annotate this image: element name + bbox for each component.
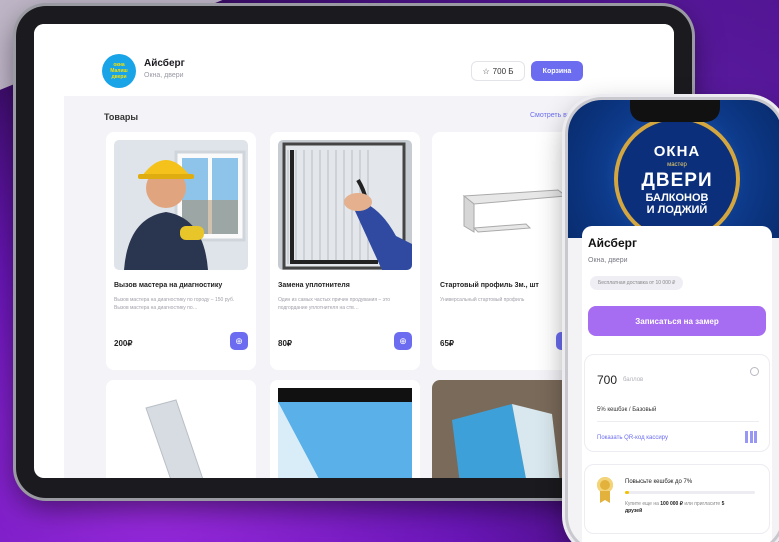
product-description: Универсальный стартовый профиль <box>440 297 525 303</box>
medal-icon <box>595 477 615 503</box>
divider <box>597 421 759 422</box>
banner-word: ДВЕРИ <box>641 169 713 191</box>
banner-word: БАЛКОНОВ <box>645 191 709 204</box>
add-to-cart-button[interactable]: ⊕ <box>230 332 248 350</box>
product-price: 200₽ <box>114 339 133 348</box>
points-unit: баллов <box>623 377 644 383</box>
points-value: 700 <box>597 373 618 387</box>
cashback-upgrade-card: Повысьте кешбэк до 7% Купите еще на 100 … <box>584 464 770 534</box>
points-button[interactable]: ☆ 700 Б <box>471 61 525 81</box>
product-title[interactable]: Стартовый профиль 3м., шт <box>440 282 574 289</box>
phone-shop-name: Айсберг <box>588 236 637 250</box>
product-price: 80₽ <box>278 339 292 348</box>
product-card[interactable]: Вызов мастера на диагностику Вызов масте… <box>106 132 256 370</box>
phone-device: ОКНА мастер ДВЕРИ БАЛКОНОВ И ЛОДЖИЙ Айсб… <box>568 100 779 542</box>
product-image-handyman[interactable] <box>114 140 248 270</box>
product-title[interactable]: Вызов мастера на диагностику <box>114 282 248 289</box>
banner-word: И ЛОДЖИЙ <box>646 203 708 216</box>
product-description: Вызов мастера на диагностику по городу –… <box>114 297 235 311</box>
add-to-cart-button[interactable]: ⊕ <box>394 332 412 350</box>
star-icon: ☆ <box>482 66 490 76</box>
section-title: Товары <box>104 112 139 122</box>
shop-sheet: Айсберг Окна, двери Бесплатная доставка … <box>582 226 772 542</box>
points-label: 700 Б <box>492 66 514 76</box>
product-image-seal[interactable] <box>278 140 412 270</box>
cart-icon: ⊕ <box>235 335 243 346</box>
upgrade-hint: Купите еще на 100 000 ₽ или пригласите 5… <box>625 501 725 514</box>
loyalty-card: 700 баллов 5% кешбэк / Базовый Показать … <box>584 354 770 452</box>
delivery-chip: Бесплатная доставка от 10 000 ₽ <box>590 276 684 290</box>
cart-icon: ⊕ <box>399 335 407 346</box>
product-card-partial[interactable] <box>270 380 420 478</box>
history-icon[interactable] <box>750 367 759 376</box>
product-card-partial[interactable] <box>432 380 582 478</box>
show-qr-link[interactable]: Показать QR-код кассиру <box>597 435 668 441</box>
qr-code-icon[interactable] <box>745 431 757 443</box>
phone-shop-subtitle: Окна, двери <box>588 257 628 264</box>
store-logo[interactable]: окна Малиш двери <box>102 54 136 88</box>
cashback-level: 5% кешбэк / Базовый <box>597 407 657 413</box>
product-image-profile[interactable] <box>440 140 574 270</box>
shop-name: Айсберг <box>144 58 185 69</box>
banner-word: ОКНА <box>653 142 701 160</box>
phone-notch <box>630 100 720 122</box>
product-card[interactable]: Замена уплотнителя Один из самых частых … <box>270 132 420 370</box>
banner-emblem: ОКНА мастер ДВЕРИ БАЛКОНОВ И ЛОДЖИЙ <box>618 120 736 238</box>
upgrade-progress-bar <box>625 491 755 494</box>
product-title[interactable]: Замена уплотнителя <box>278 282 412 289</box>
upgrade-title: Повысьте кешбэк до 7% <box>625 479 693 485</box>
logo-text: окна Малиш двери <box>110 62 128 80</box>
cart-button[interactable]: Корзина <box>531 61 583 81</box>
product-description: Один из самых частых причин продувания –… <box>278 297 391 311</box>
banner-word: мастер <box>667 161 687 168</box>
product-card-partial[interactable] <box>106 380 256 478</box>
shop-subtitle: Окна, двери <box>144 72 184 79</box>
product-card[interactable]: Стартовый профиль 3м., шт Универсальный … <box>432 132 582 370</box>
product-price: 65₽ <box>440 339 454 348</box>
book-measure-button[interactable]: Записаться на замер <box>588 306 766 336</box>
